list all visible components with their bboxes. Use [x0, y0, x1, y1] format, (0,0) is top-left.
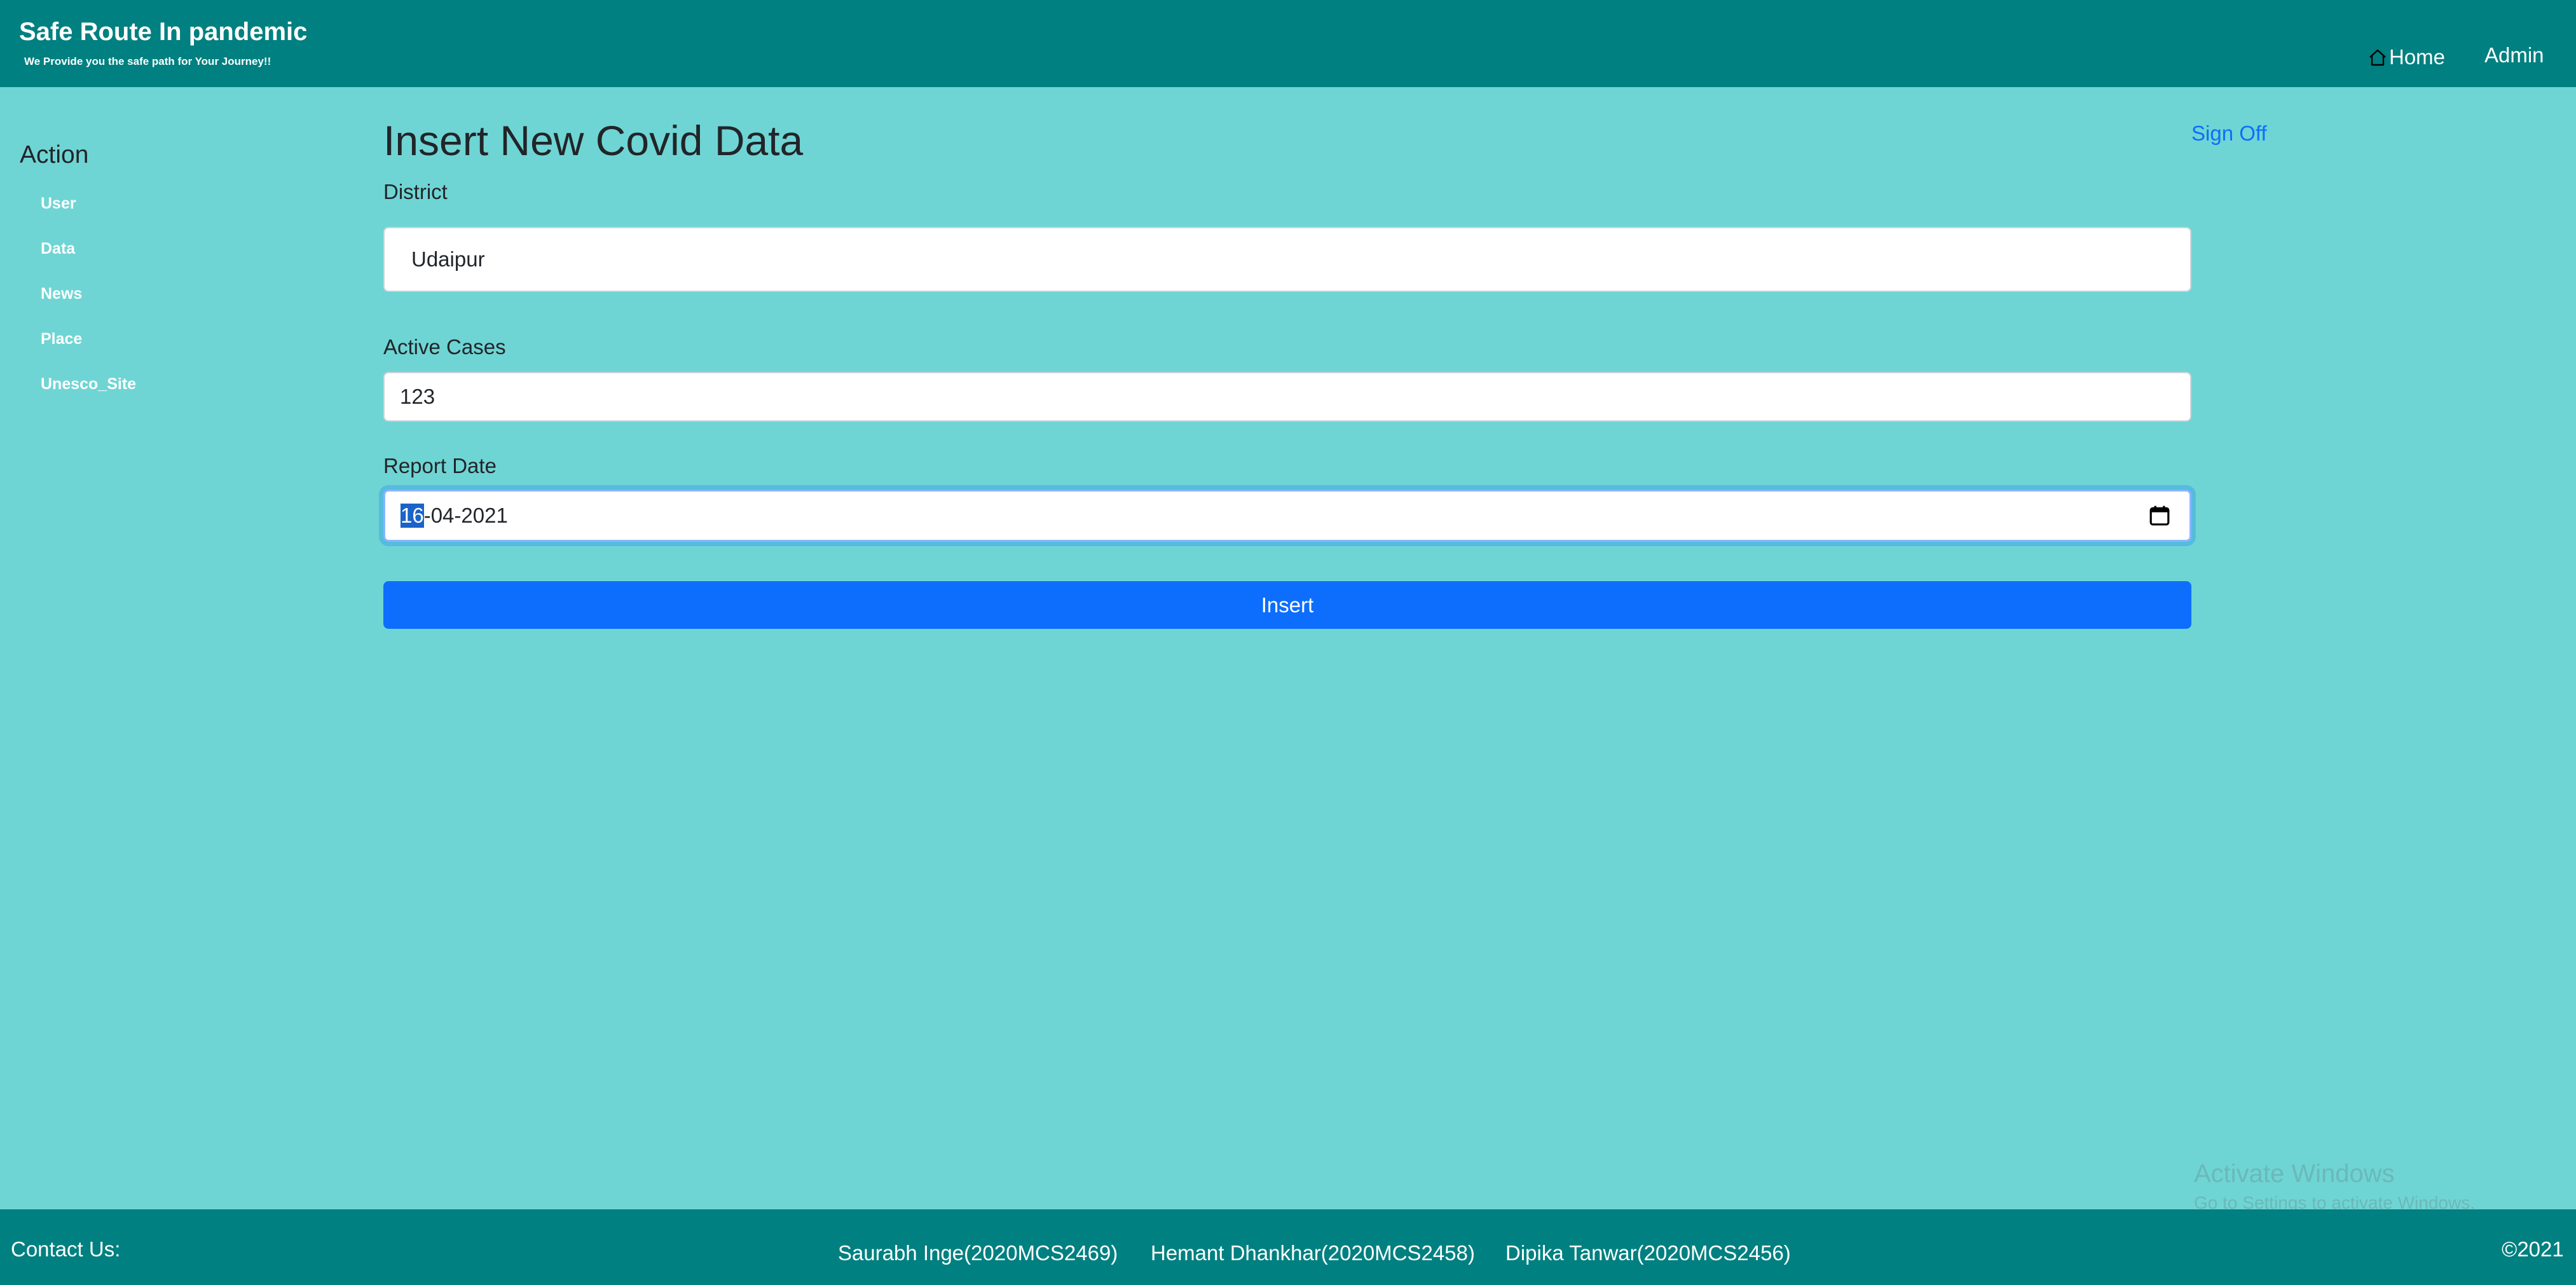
top-navbar: Safe Route In pandemic We Provide you th… — [0, 0, 2576, 87]
activate-windows-watermark-title: Activate Windows — [2194, 1160, 2395, 1188]
brand-title[interactable]: Safe Route In pandemic — [19, 18, 307, 46]
footer-copyright: ©2021 — [2502, 1237, 2564, 1261]
report-date-label: Report Date — [383, 454, 497, 478]
footer-contact-label: Contact Us: — [11, 1237, 121, 1261]
sidebar-item-place[interactable]: Place — [41, 330, 82, 348]
active-cases-label: Active Cases — [383, 335, 506, 359]
brand-tagline: We Provide you the safe path for Your Jo… — [24, 55, 271, 67]
report-date-day[interactable]: 16 — [401, 504, 424, 528]
sidebar-item-unesco-site[interactable]: Unesco_Site — [41, 375, 136, 394]
sign-off-link[interactable]: Sign Off — [2191, 121, 2267, 146]
report-date-input[interactable]: 16 -04-2021 — [383, 490, 2191, 542]
footer-member-3: Dipika Tanwar(2020MCS2456) — [1505, 1241, 1791, 1265]
insert-button[interactable]: Insert — [383, 581, 2191, 629]
active-cases-input[interactable]: 123 — [383, 372, 2191, 422]
page-title: Insert New Covid Data — [383, 117, 804, 164]
home-icon — [2369, 49, 2386, 66]
sidebar-item-user[interactable]: User — [41, 195, 76, 213]
footer-member-1: Saurabh Inge(2020MCS2469) — [838, 1241, 1118, 1265]
report-date-rest: -04-2021 — [423, 504, 508, 527]
calendar-icon[interactable] — [2149, 505, 2170, 526]
nav-admin-link[interactable]: Admin — [2484, 43, 2544, 67]
footer-member-2: Hemant Dhankhar(2020MCS2458) — [1151, 1241, 1475, 1265]
district-input[interactable]: Udaipur — [383, 227, 2191, 292]
sidebar-item-news[interactable]: News — [41, 285, 82, 303]
district-value: Udaipur — [411, 247, 485, 271]
sidebar-heading: Action — [20, 141, 89, 168]
district-label: District — [383, 180, 448, 203]
nav-home-label: Home — [2389, 45, 2446, 69]
nav-home-link[interactable]: Home — [2367, 43, 2445, 71]
sidebar-item-data[interactable]: Data — [41, 240, 75, 258]
footer: Contact Us: Saurabh Inge(2020MCS2469) He… — [0, 1209, 2576, 1285]
active-cases-value: 123 — [400, 385, 435, 408]
